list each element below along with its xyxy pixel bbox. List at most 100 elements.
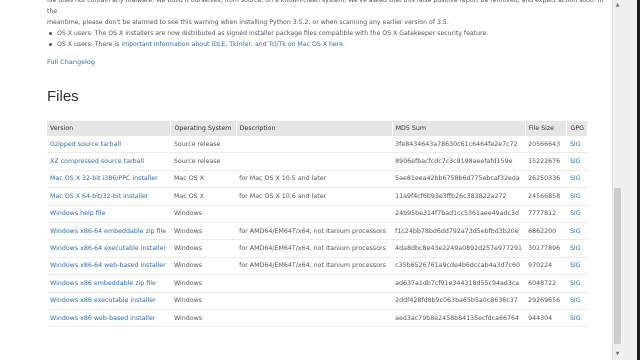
gpg-sig-link[interactable]: SIG: [566, 136, 588, 154]
size-cell: 26250336: [525, 170, 567, 189]
table-row: Windows x86-64 embeddable zip file Windo…: [47, 222, 588, 241]
size-cell: 30177896: [525, 239, 567, 258]
scroll-up-arrow-icon[interactable]: ▲: [613, 1, 622, 10]
description-cell: for AMD64/EM64T/x64, not Itanium process…: [236, 239, 393, 258]
gpg-sig-link[interactable]: SIG: [566, 292, 588, 310]
os-cell: Windows: [170, 205, 237, 223]
full-changelog-link[interactable]: Full Changelog: [47, 58, 95, 66]
col-header-gpg: GPG: [566, 121, 588, 136]
table-row: Windows x86 embeddable zip file Windows …: [47, 274, 588, 293]
scrollbar-thumb[interactable]: [614, 188, 621, 344]
size-cell: 7777812: [525, 205, 567, 223]
file-download-link[interactable]: Windows x86 web-based installer: [47, 309, 171, 328]
file-download-link[interactable]: XZ compressed source tarball: [47, 152, 171, 171]
md5-cell: 8906efbacfcdc7c3c9198aeefafd159e: [392, 152, 526, 171]
size-cell: 6862200: [525, 222, 567, 241]
description-cell: for Mac OS X 10.5 and later: [236, 170, 393, 189]
table-row: Windows help file Windows 24b95be314f7ba…: [47, 205, 588, 223]
gpg-sig-link[interactable]: SIG: [566, 187, 588, 206]
size-cell: 24566858: [525, 187, 567, 206]
table-row: Windows x86 executable installer Windows…: [47, 292, 588, 310]
osx-note-gatekeeper: OS X users: The OS X installers are now …: [47, 28, 607, 39]
md5-cell: 2ddf428fd8b9c063ba65b5a0c8636c37: [392, 292, 526, 310]
md5-cell: 4da8dbc8e43e2249a0892d257e977291: [392, 239, 526, 258]
size-cell: 970224: [525, 257, 567, 276]
description-cell: for Mac OS X 10.6 and later: [236, 187, 393, 206]
col-header-size: File Size: [525, 121, 568, 136]
osx-note-end: .: [342, 41, 345, 48]
size-cell: 6048722: [525, 274, 567, 293]
release-notes: file does not contain any malware. We bu…: [47, 0, 607, 50]
gpg-sig-link[interactable]: SIG: [566, 222, 588, 241]
gpg-sig-link[interactable]: SIG: [566, 274, 588, 293]
md5-cell: aed3ac79b8e2458b84135ecfdca66764: [392, 309, 526, 328]
file-download-link[interactable]: Mac OS X 32-bit i386/PPC installer: [47, 170, 171, 189]
os-cell: Windows: [170, 274, 237, 293]
file-download-link[interactable]: Windows help file: [47, 205, 171, 223]
table-row: Gzipped source tarball Source release 3f…: [47, 136, 588, 154]
os-cell: Source release: [170, 136, 237, 154]
table-row: Windows x86-64 executable installer Wind…: [47, 239, 588, 258]
os-cell: Mac OS X: [170, 187, 237, 206]
md5-cell: 3fe8434643a78630c61c6464fe2e7c72: [392, 136, 526, 154]
md5-cell: c35b6526761a9cde4b6dccab4a3d7c60: [392, 257, 526, 276]
files-table: Version Operating System Description MD5…: [47, 121, 588, 328]
file-download-link[interactable]: Windows x86-64 web-based installer: [47, 257, 171, 276]
description-cell: [236, 292, 393, 310]
gpg-sig-link[interactable]: SIG: [566, 257, 588, 276]
osx-note-text: There is: [92, 41, 122, 48]
size-cell: 15222676: [525, 152, 567, 171]
files-table-body: Gzipped source tarball Source release 3f…: [47, 136, 588, 328]
table-row: Mac OS X 32-bit i386/PPC installer Mac O…: [47, 170, 588, 189]
size-cell: 944304: [525, 309, 567, 328]
description-cell: [236, 274, 393, 293]
idle-tkinter-link[interactable]: important information about IDLE, Tkinte…: [121, 41, 343, 48]
file-download-link[interactable]: Gzipped source tarball: [47, 136, 171, 154]
table-header-row: Version Operating System Description MD5…: [47, 121, 588, 136]
file-download-link[interactable]: Windows x86 executable installer: [47, 292, 171, 310]
vertical-scrollbar[interactable]: ▲ ▼: [612, 0, 640, 360]
os-cell: Windows: [170, 257, 237, 276]
osx-note-idle: OS X users: There is important informati…: [47, 39, 607, 50]
md5-cell: ad637a1db7cf91e344318d55c94ad3ca: [392, 274, 526, 293]
description-cell: for AMD64/EM64T/x64, not Itanium process…: [236, 222, 393, 241]
description-cell: [236, 205, 393, 223]
gpg-sig-link[interactable]: SIG: [566, 152, 588, 171]
col-header-version: Version: [47, 121, 172, 136]
md5-cell: f1c24bb78bd6dd792a73d5ebfbd3b20e: [392, 222, 526, 241]
gpg-sig-link[interactable]: SIG: [566, 170, 588, 189]
os-cell: Mac OS X: [170, 170, 237, 189]
osx-note-prefix: OS X users:: [57, 30, 93, 37]
md5-cell: 11a9f4cf6b93e3ffb26c383822a272: [392, 187, 526, 206]
files-heading: Files: [47, 88, 79, 105]
notes-line: file does not contain any malware. We bu…: [47, 0, 604, 15]
os-cell: Windows: [170, 309, 237, 328]
os-cell: Windows: [170, 292, 237, 310]
file-download-link[interactable]: Mac OS X 64-bit/32-bit installer: [47, 187, 171, 206]
page-content: file does not contain any malware. We bu…: [0, 0, 612, 360]
file-download-link[interactable]: Windows x86-64 executable installer: [47, 239, 171, 258]
notes-line: meantime, please don't be alarmed to see…: [47, 19, 449, 26]
scroll-down-arrow-icon[interactable]: ▼: [613, 350, 622, 359]
os-cell: Windows: [170, 222, 237, 241]
gpg-sig-link[interactable]: SIG: [566, 239, 588, 258]
os-cell: Windows: [170, 239, 237, 258]
os-cell: Source release: [170, 152, 237, 171]
file-download-link[interactable]: Windows x86-64 embeddable zip file: [47, 222, 171, 241]
description-cell: [236, 309, 393, 328]
osx-note-text: The OS X installers are now distributed …: [92, 30, 489, 37]
col-header-os: Operating System: [170, 121, 237, 136]
description-cell: [236, 152, 393, 171]
osx-note-prefix: OS X users:: [57, 41, 93, 48]
size-cell: 29269656: [525, 292, 567, 310]
col-header-md5: MD5 Sum: [392, 121, 526, 136]
file-download-link[interactable]: Windows x86 embeddable zip file: [47, 274, 171, 293]
table-row: XZ compressed source tarball Source rele…: [47, 152, 588, 171]
size-cell: 20566643: [525, 136, 567, 154]
table-row: Mac OS X 64-bit/32-bit installer Mac OS …: [47, 187, 588, 206]
gpg-sig-link[interactable]: SIG: [566, 309, 588, 328]
md5-cell: 24b95be314f7bad1cc5361aee49adc3d: [392, 205, 526, 223]
description-cell: [236, 136, 393, 154]
gpg-sig-link[interactable]: SIG: [566, 205, 588, 223]
col-header-description: Description: [236, 121, 393, 136]
